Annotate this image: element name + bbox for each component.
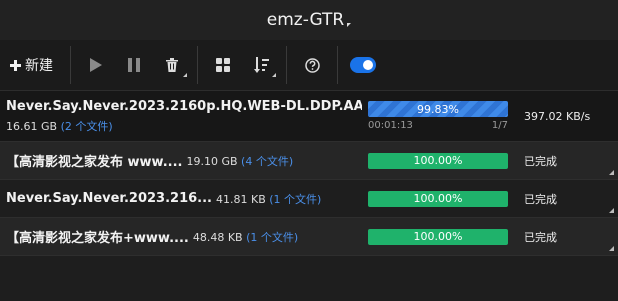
download-size: 19.10 GB (186, 154, 238, 168)
toolbar-separator (337, 46, 338, 84)
progress-bar: 100.00% (368, 190, 508, 207)
pause-button[interactable] (115, 49, 153, 81)
download-info: 【高清影视之家发布+www.... 48.48 KB (1 个文件) (6, 227, 362, 247)
download-file-count[interactable]: (1 个文件) (246, 231, 298, 244)
pause-icon (128, 58, 140, 72)
progress-text: 100.00% (413, 154, 463, 167)
status-label: 已完成 (524, 230, 557, 244)
progress-column: 100.00% (368, 228, 508, 245)
progress-bar: 100.00% (368, 228, 508, 245)
window-title: emz-GTR (266, 10, 345, 30)
download-row[interactable]: Never.Say.Never.2023.216... 41.81 KB (1 … (0, 180, 618, 218)
toolbar-separator (197, 46, 198, 84)
start-button[interactable] (77, 49, 115, 81)
sort-dropdown-marker-icon (272, 73, 276, 77)
download-list: Never.Say.Never.2023.2160p.HQ.WEB-DL.DDP… (0, 91, 618, 256)
download-size: 48.48 KB (192, 230, 243, 244)
trash-icon (166, 58, 178, 72)
plus-icon (10, 59, 21, 71)
title-bar: emz-GTR (0, 0, 618, 40)
help-button[interactable] (293, 49, 331, 81)
progress-details: 00:01:13 1/7 (368, 120, 508, 131)
progress-text: 99.83% (417, 102, 459, 116)
delete-button[interactable] (153, 49, 191, 81)
row-corner-marker-icon (609, 170, 614, 175)
download-info: Never.Say.Never.2023.216... 41.81 KB (1 … (6, 191, 362, 207)
progress-text: 100.00% (413, 230, 463, 243)
progress-column: 100.00% (368, 190, 508, 207)
toggle-switch[interactable] (350, 57, 376, 73)
download-info: Never.Say.Never.2023.2160p.HQ.WEB-DL.DDP… (6, 99, 362, 134)
progress-text: 100.00% (413, 192, 463, 205)
download-info: 【高清影视之家发布 www.... 19.10 GB (4 个文件) (6, 151, 362, 171)
delete-dropdown-marker-icon (183, 73, 187, 77)
progress-bar: 100.00% (368, 152, 508, 169)
progress-bar: 99.83% (368, 101, 508, 117)
download-meta: 16.61 GB (2 个文件) (6, 118, 362, 134)
toolbar: 新建 (0, 40, 618, 91)
download-file-count[interactable]: (1 个文件) (269, 193, 321, 206)
view-grid-button[interactable] (204, 49, 242, 81)
toolbar-separator (286, 46, 287, 84)
download-name: Never.Say.Never.2023.2160p.HQ.WEB-DL.DDP… (6, 98, 362, 114)
download-size: 41.81 KB (216, 192, 266, 206)
download-meta: 48.48 KB (1 个文件) (193, 229, 298, 245)
new-button-label: 新建 (25, 58, 53, 74)
new-button[interactable]: 新建 (10, 49, 64, 81)
elapsed-time: 00:01:13 (368, 120, 413, 131)
download-meta: 41.81 KB (1 个文件) (216, 191, 321, 207)
piece-count: 1/7 (491, 120, 508, 131)
download-row[interactable]: Never.Say.Never.2023.2160p.HQ.WEB-DL.DDP… (0, 91, 618, 142)
download-meta: 19.10 GB (4 个文件) (186, 153, 293, 169)
download-name: 【高清影视之家发布 www.... (6, 155, 183, 170)
download-speed: 397.02 KB/s (524, 109, 591, 123)
title-menu-caret-icon[interactable] (347, 23, 352, 27)
row-corner-marker-icon (609, 246, 614, 251)
download-name: 【高清影视之家发布+www.... (6, 231, 189, 246)
play-icon (90, 58, 102, 72)
progress-column: 100.00% (368, 152, 508, 169)
progress-column: 99.83% 00:01:13 1/7 (368, 101, 508, 131)
status-label: 已完成 (524, 192, 557, 206)
grid-icon (216, 58, 230, 72)
download-row[interactable]: 【高清影视之家发布+www.... 48.48 KB (1 个文件) 100.0… (0, 218, 618, 256)
download-row[interactable]: 【高清影视之家发布 www.... 19.10 GB (4 个文件) 100.0… (0, 142, 618, 180)
sort-button[interactable] (242, 49, 280, 81)
download-file-count[interactable]: (4 个文件) (241, 155, 293, 168)
row-corner-marker-icon (609, 208, 614, 213)
download-name: Never.Say.Never.2023.216... (6, 191, 212, 206)
sort-icon (254, 57, 269, 73)
toolbar-separator (70, 46, 71, 84)
status-label: 已完成 (524, 154, 557, 168)
download-file-count[interactable]: (2 个文件) (61, 120, 113, 133)
help-icon (304, 57, 320, 73)
download-size: 16.61 GB (6, 119, 58, 133)
